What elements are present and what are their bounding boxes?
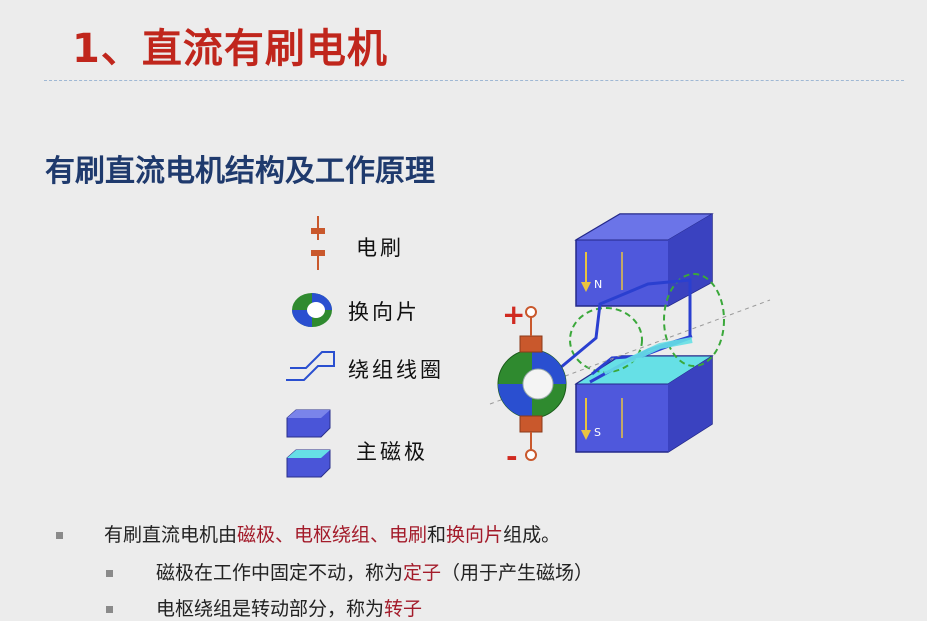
- magnet-icon: [286, 409, 331, 478]
- plus-terminal: +: [502, 298, 525, 331]
- brush-bottom: [519, 415, 543, 461]
- bullet-composition: 有刷直流电机由磁极、电枢绕组、电刷和换向片组成。: [104, 524, 561, 546]
- brush-icon: [311, 216, 325, 270]
- legend-magnet-label: 主磁极: [356, 440, 428, 464]
- bullet-marker: [106, 606, 113, 613]
- upper-magnet: N: [574, 213, 714, 307]
- commutator-icon: [292, 293, 332, 327]
- bullet-stator: 磁极在工作中固定不动，称为定子（用于产生磁场）: [156, 562, 594, 584]
- south-label: S: [594, 426, 601, 439]
- north-label: N: [594, 278, 602, 291]
- legend-coil-label: 绕组线圈: [348, 358, 444, 382]
- minus-terminal: -: [506, 440, 518, 473]
- coil-icon: [286, 351, 335, 381]
- legend-commutator-label: 换向片: [348, 300, 420, 324]
- bullet-marker: [106, 570, 113, 577]
- commutator-main: [497, 349, 567, 419]
- bullet-marker: [56, 532, 63, 539]
- legend-brush-label: 电刷: [356, 236, 404, 260]
- bullet-rotor: 电枢绕组是转动部分，称为转子: [156, 598, 423, 620]
